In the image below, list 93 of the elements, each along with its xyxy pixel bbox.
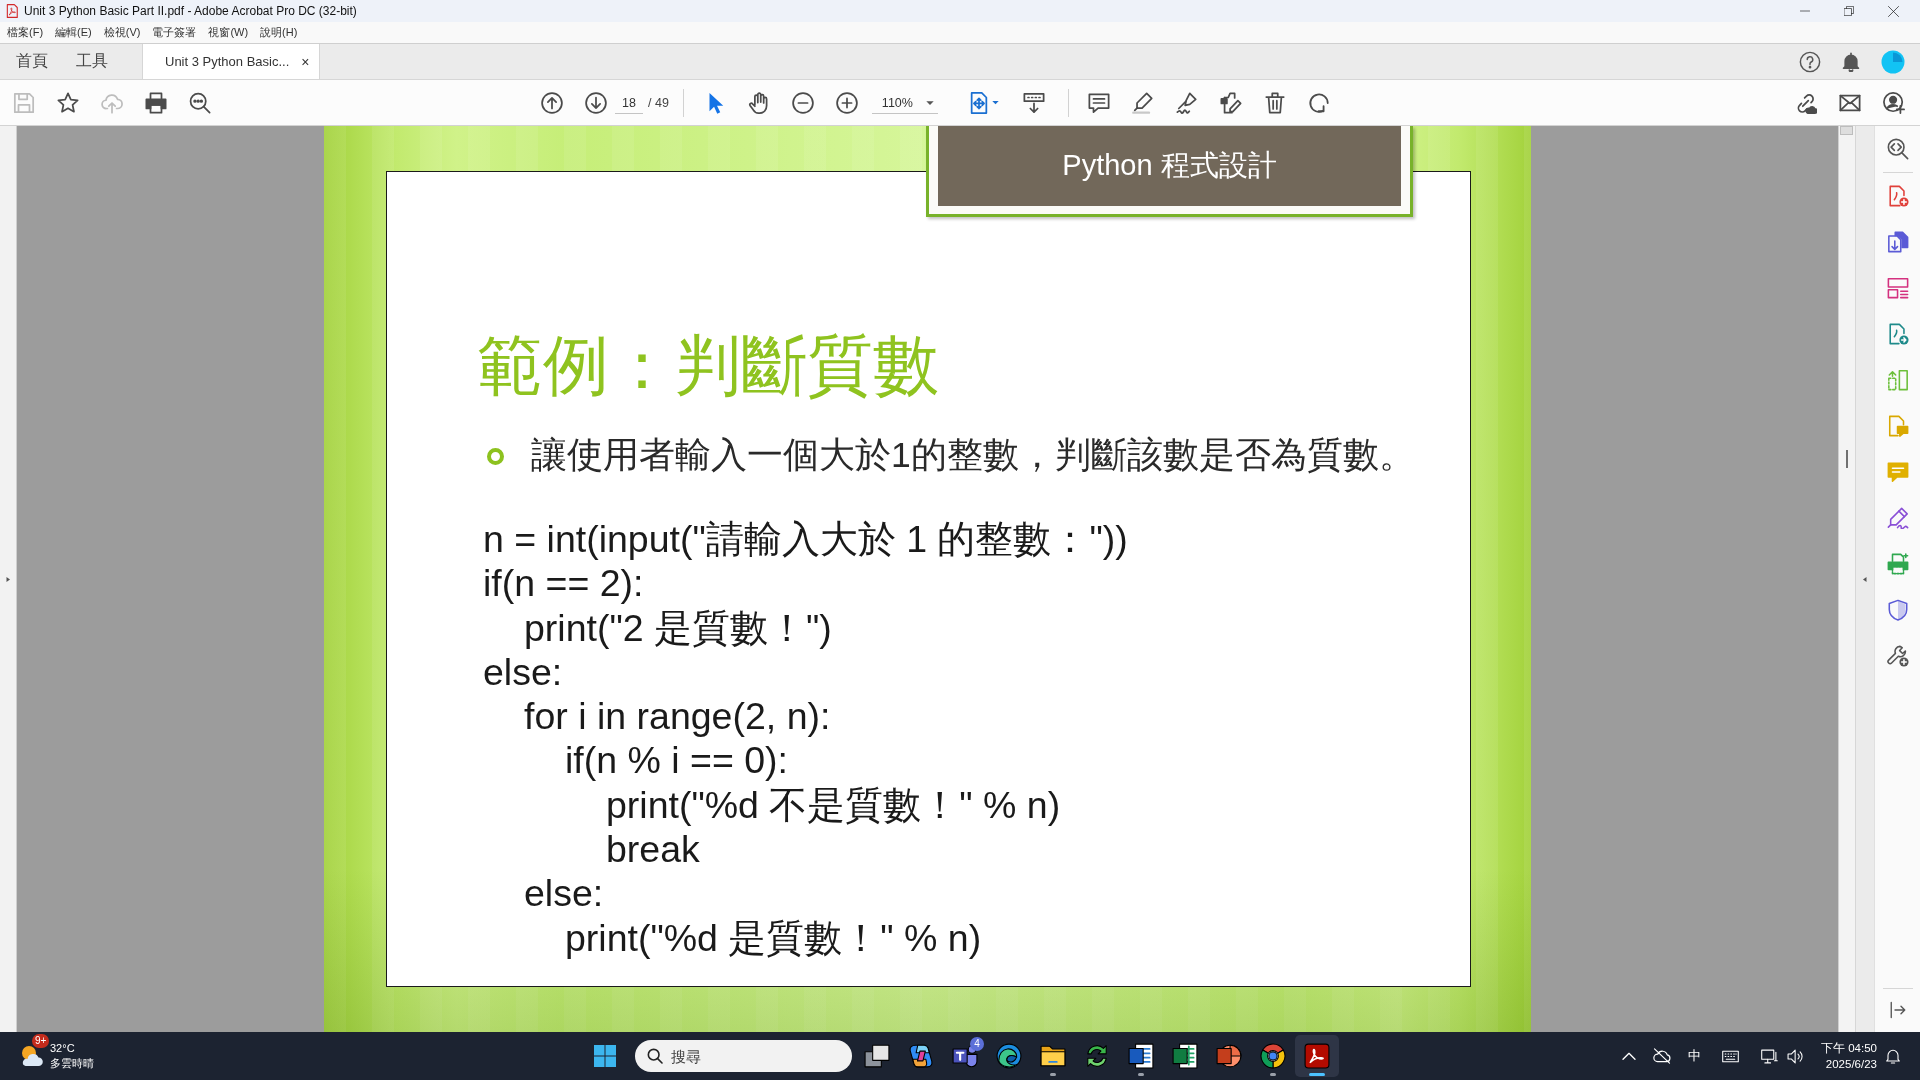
code-line: else: (483, 649, 563, 695)
start-menu-icon[interactable] (593, 1044, 617, 1068)
menu-item[interactable]: 電子簽署 (146, 25, 203, 40)
add-user-icon[interactable] (1883, 91, 1905, 114)
menu-item[interactable]: 檔案(F) (1, 25, 50, 40)
code-line: n = int(input("請輸入大於 1 的整數：")) (483, 517, 1128, 562)
weather-condition: 多雲時晴 (50, 1056, 94, 1071)
menu-item[interactable]: 說明(H) (254, 25, 304, 40)
taskbar-app-button[interactable] (1295, 1035, 1339, 1077)
comment-icon[interactable] (1087, 91, 1110, 114)
file-send-icon[interactable] (1886, 323, 1909, 345)
temperature-label: 32°C (50, 1041, 76, 1056)
document-app-icon[interactable] (1128, 1043, 1154, 1069)
rotate-icon[interactable] (1307, 91, 1330, 114)
avatar-icon[interactable] (1881, 49, 1905, 74)
page-count: / 49 (648, 95, 669, 110)
pdf-file-icon (5, 4, 19, 18)
task-view-icon[interactable] (864, 1043, 890, 1069)
folder-icon[interactable] (1040, 1043, 1066, 1069)
bullet-ring-icon (487, 447, 504, 465)
window-title: Unit 3 Python Basic Part II.pdf - Adobe Acrobat Pro DC (32-bit) (24, 4, 357, 18)
tab[interactable]: 首頁 (2, 44, 62, 79)
volume-icon[interactable] (1787, 1047, 1804, 1065)
bullet-text: 讓使用者輸入一個大於1的整數，判斷該數是否為質數。 (531, 434, 1415, 477)
collapse-panel-icon[interactable] (1888, 1001, 1907, 1019)
network-icon[interactable] (1761, 1047, 1778, 1065)
arrow-down-circle-icon[interactable] (585, 91, 607, 114)
menu-item[interactable]: 檢視(V) (97, 25, 147, 40)
scrollbar-thumb[interactable] (1840, 126, 1853, 135)
highlighter-icon[interactable] (1131, 91, 1154, 114)
signature-pen-icon[interactable] (1175, 91, 1198, 114)
assistant-icon[interactable] (908, 1043, 934, 1069)
code-line: break (606, 827, 700, 872)
slide-header: Python 程式設計 (938, 126, 1401, 206)
code-line: for i in range(2, n): (524, 694, 831, 739)
printer-icon[interactable] (1886, 553, 1909, 575)
close-tab-button[interactable]: × (301, 53, 310, 70)
file-export-icon[interactable] (1886, 231, 1909, 253)
zoom-field[interactable]: 110% (871, 91, 938, 114)
document-tab[interactable]: Unit 3 Python Basic... × (142, 44, 321, 79)
help-icon[interactable] (1799, 50, 1821, 73)
magnifier-icon[interactable] (1886, 138, 1909, 160)
tab[interactable]: 工具 (62, 44, 122, 79)
code-line: if(n == 2): (483, 561, 644, 606)
search-icon (647, 1048, 663, 1064)
shield-icon[interactable] (1886, 599, 1909, 621)
presentation-app-icon[interactable] (1216, 1043, 1242, 1069)
code-line: else: (524, 871, 604, 916)
clock-date[interactable]: 2025/6/23 (1825, 1056, 1877, 1072)
zoom-in-icon[interactable] (835, 91, 858, 114)
scroll-mode-icon[interactable] (1022, 91, 1045, 114)
code-line: if(n % i == 0): (565, 738, 788, 783)
weather-icon[interactable] (20, 1044, 44, 1068)
collapse-arrow-icon[interactable] (1862, 574, 1868, 584)
taskbar-app-button[interactable]: 4 (943, 1035, 987, 1077)
link-cloud-icon[interactable] (1795, 91, 1817, 114)
star-icon[interactable] (57, 91, 79, 114)
search-field[interactable]: 搜尋 (635, 1040, 852, 1072)
bell-icon[interactable] (1885, 1048, 1901, 1064)
sync-icon[interactable] (1084, 1043, 1110, 1069)
search-icon[interactable] (189, 91, 211, 114)
arrow-up-circle-icon[interactable] (541, 91, 563, 114)
input-method-indicator[interactable]: 中 (1688, 1047, 1701, 1065)
code-line: print("%d 是質數！" % n) (565, 915, 982, 960)
notification-badge: 4 (970, 1037, 984, 1051)
pdf-app-icon[interactable] (1304, 1043, 1330, 1069)
caret-icon[interactable] (925, 98, 934, 107)
circle-browser-icon[interactable] (1260, 1043, 1286, 1069)
code-line: print("%d 不是質數！" % n) (606, 782, 1061, 828)
edit-file-icon[interactable] (1219, 91, 1242, 114)
close-icon[interactable] (1888, 5, 1899, 17)
spreadsheet-app-icon[interactable] (1172, 1043, 1198, 1069)
notification-badge: 9+ (32, 1034, 50, 1048)
code-line: print("2 是質數！") (524, 605, 832, 650)
wrench-plus-icon[interactable] (1886, 645, 1909, 667)
clock-time[interactable]: 下午 04:50 (1821, 1040, 1877, 1056)
resize-handle[interactable] (1846, 450, 1848, 468)
page-number-field[interactable]: 18 (615, 91, 643, 114)
layout-icon[interactable] (1886, 277, 1909, 299)
trash-icon[interactable] (1263, 91, 1286, 114)
slide-title: 範例：判斷質數 (477, 327, 939, 404)
cloud-off-icon[interactable] (1653, 1047, 1671, 1065)
menu-item[interactable]: 視窗(W) (202, 25, 255, 40)
file-plus-icon[interactable] (1886, 185, 1909, 207)
menu-item[interactable]: 編輯(E) (49, 25, 98, 40)
print-icon[interactable] (145, 91, 167, 114)
restore-icon[interactable] (1844, 6, 1854, 16)
browser-icon[interactable] (996, 1043, 1022, 1069)
caret-icon[interactable] (991, 99, 999, 106)
bell-icon[interactable] (1841, 51, 1861, 72)
pen-icon[interactable] (1886, 507, 1909, 529)
hand-icon[interactable] (747, 91, 770, 114)
zoom-out-icon[interactable] (791, 91, 814, 114)
